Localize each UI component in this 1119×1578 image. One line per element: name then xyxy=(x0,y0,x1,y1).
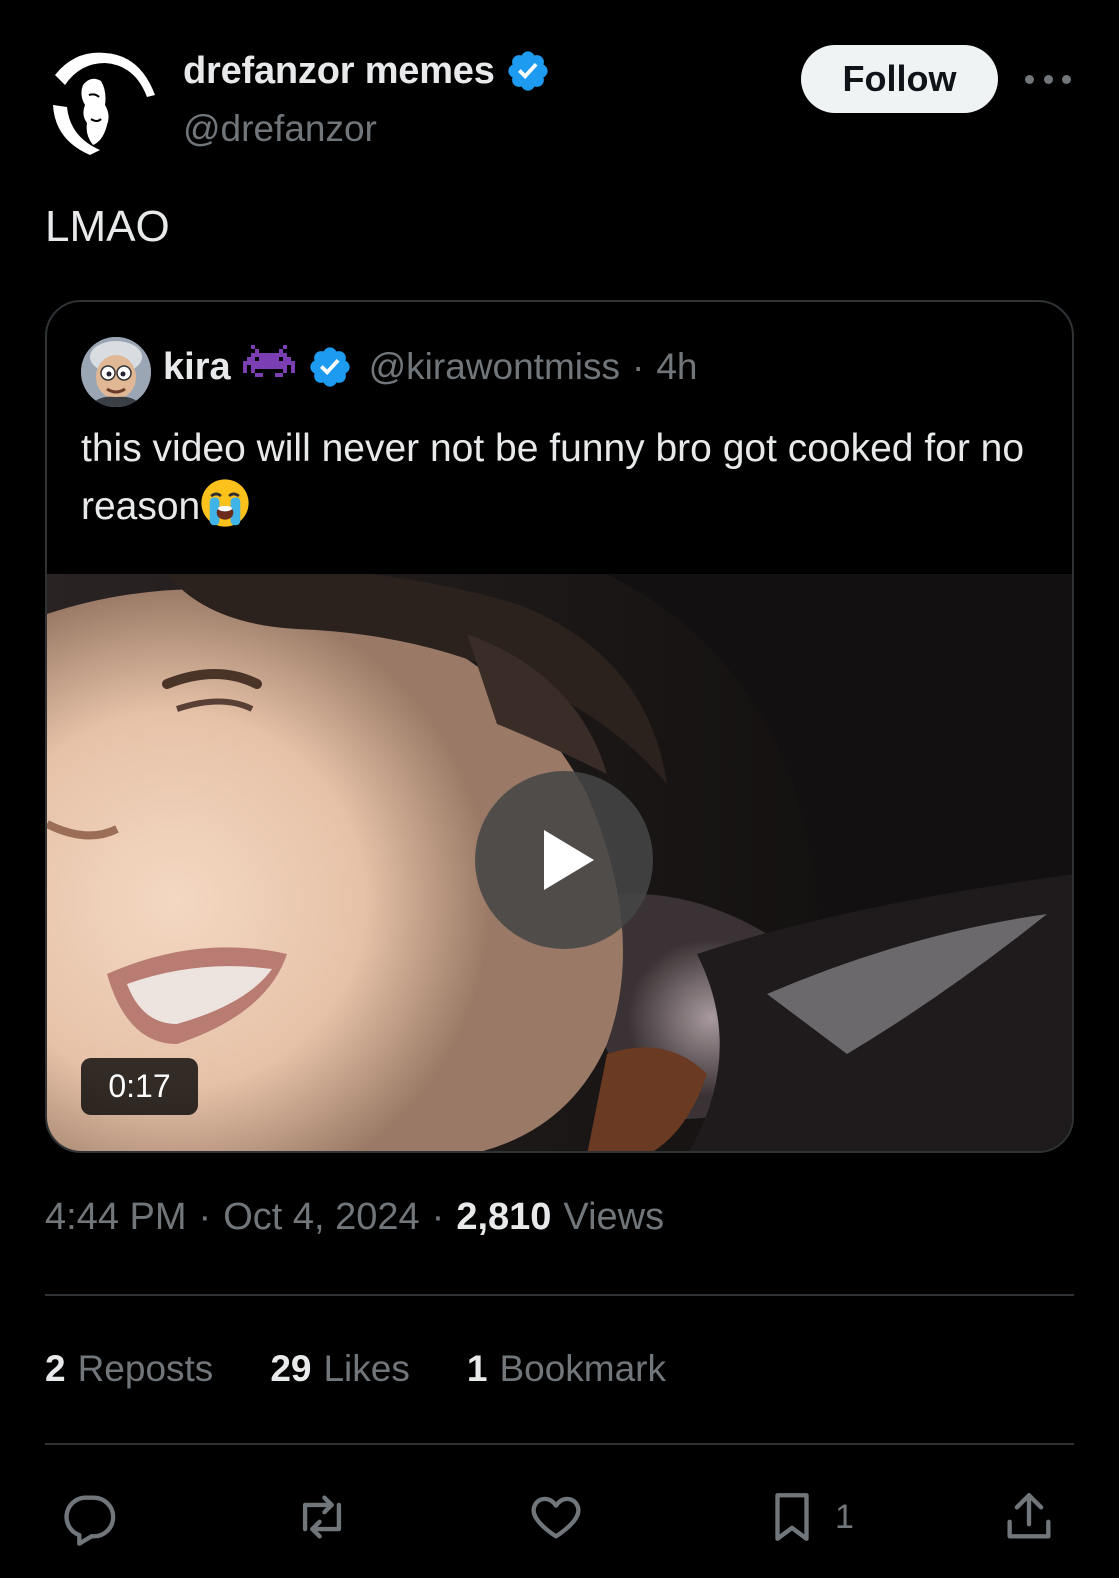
quoted-tweet-text: this video will never not be funny bro g… xyxy=(81,420,1041,536)
heart-icon xyxy=(531,1496,581,1539)
tweet-detail: drefanzor memes @drefanzor Follow LMAO k… xyxy=(0,0,1119,1578)
bookmarks-label: Bookmark xyxy=(499,1348,666,1389)
separator-dot: · xyxy=(632,346,645,387)
bookmark-action-count: 1 xyxy=(835,1497,854,1536)
tweet-text: LMAO xyxy=(45,202,170,251)
author-avatar[interactable] xyxy=(45,45,158,158)
separator-dot: · xyxy=(431,1196,445,1238)
verified-badge-icon xyxy=(307,344,353,390)
bookmarks-stat[interactable]: 1 Bookmark xyxy=(467,1348,666,1390)
loudly-crying-face-icon xyxy=(200,478,250,528)
reposts-label: Reposts xyxy=(77,1348,214,1389)
share-button[interactable] xyxy=(1000,1482,1058,1552)
views-label: Views xyxy=(563,1196,665,1238)
post-date[interactable]: Oct 4, 2024 xyxy=(223,1196,419,1239)
bookmarks-count: 1 xyxy=(466,1348,488,1389)
quoted-author-row[interactable]: kira @kirawontmiss · 4h xyxy=(163,344,698,390)
post-time[interactable]: 4:44 PM xyxy=(45,1196,187,1239)
repost-button[interactable] xyxy=(293,1482,351,1552)
reply-button[interactable] xyxy=(60,1482,118,1552)
quoted-timestamp[interactable]: 4h xyxy=(656,346,697,388)
author-handle[interactable]: @drefanzor xyxy=(183,108,377,150)
quoted-author-avatar[interactable] xyxy=(81,337,151,407)
play-button[interactable] xyxy=(475,771,653,949)
share-icon xyxy=(1007,1493,1051,1539)
likes-stat[interactable]: 29 Likes xyxy=(270,1348,410,1390)
action-bar: 1 xyxy=(0,1482,1119,1552)
divider xyxy=(45,1294,1074,1296)
quoted-handle[interactable]: @kirawontmiss xyxy=(369,346,620,388)
quoted-tweet-card[interactable]: kira @kirawontmiss · 4h this video will … xyxy=(45,300,1074,1153)
views-count: 2,810 xyxy=(456,1196,552,1238)
engagement-stats: 2 Reposts 29 Likes 1 Bookmark xyxy=(45,1348,723,1390)
author-name-row[interactable]: drefanzor memes xyxy=(183,48,551,94)
more-options-icon[interactable] xyxy=(1025,66,1071,92)
video-duration-badge: 0:17 xyxy=(81,1058,198,1115)
verified-badge-icon xyxy=(505,48,551,94)
follow-button[interactable]: Follow xyxy=(801,45,998,113)
reposts-count: 2 xyxy=(45,1348,66,1389)
separator-dot: · xyxy=(198,1196,212,1238)
likes-count: 29 xyxy=(270,1348,312,1389)
quoted-display-name[interactable]: kira xyxy=(163,346,231,389)
bookmark-icon xyxy=(775,1493,809,1541)
divider xyxy=(45,1443,1074,1445)
author-display-name[interactable]: drefanzor memes xyxy=(183,50,495,93)
bookmark-button[interactable]: 1 xyxy=(763,1482,854,1552)
alien-monster-icon xyxy=(242,344,295,390)
reposts-stat[interactable]: 2 Reposts xyxy=(45,1348,213,1390)
video-player[interactable]: 0:17 xyxy=(47,574,1072,1151)
like-button[interactable] xyxy=(527,1482,585,1552)
tweet-meta: 4:44 PM · Oct 4, 2024 · 2,810 Views xyxy=(45,1196,664,1239)
likes-label: Likes xyxy=(323,1348,410,1389)
repost-icon xyxy=(302,1495,342,1539)
play-icon xyxy=(544,830,594,890)
reply-icon xyxy=(64,1495,116,1546)
